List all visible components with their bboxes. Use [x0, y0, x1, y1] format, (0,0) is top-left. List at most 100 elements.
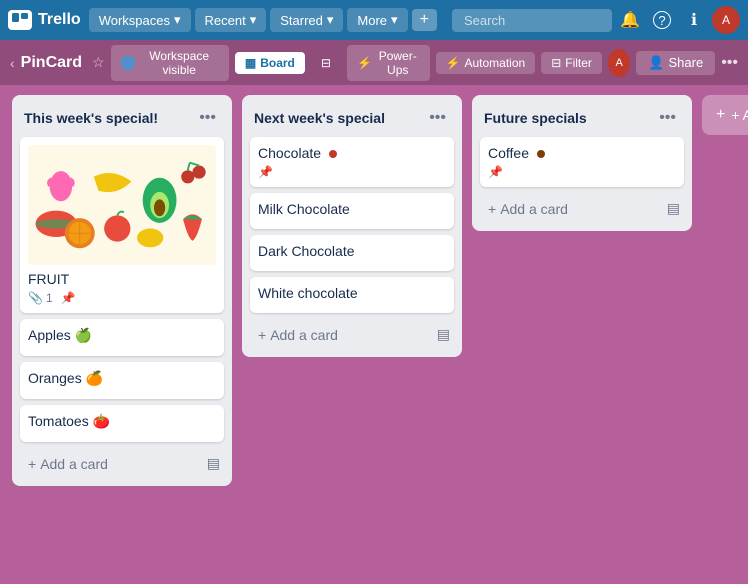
board-member-avatar[interactable]: A [608, 49, 630, 77]
chevron-down-icon: ▾ [391, 12, 398, 28]
help-button[interactable]: ? [648, 6, 676, 34]
star-icon: ☆ [92, 54, 105, 70]
search-input[interactable] [452, 9, 612, 32]
share-button[interactable]: 👤 Share [636, 51, 715, 75]
card-oranges[interactable]: Oranges 🍊 [20, 362, 224, 399]
add-from-template-button[interactable]: ▤ [203, 451, 224, 476]
notification-bell-button[interactable]: 🔔 [616, 6, 644, 34]
card-title: Chocolate [258, 145, 446, 161]
list-header: Future specials ••• [480, 103, 684, 137]
color-dot [537, 150, 545, 158]
add-card-row: + Add a card ▤ [20, 448, 224, 478]
automation-icon: ⚡ [446, 56, 461, 70]
pin-icon: 📌 [61, 291, 76, 305]
more-menu[interactable]: More ▾ [347, 8, 407, 32]
card-meta: 📎 1 📌 [28, 291, 216, 305]
card-tomatoes[interactable]: Tomatoes 🍅 [20, 405, 224, 442]
custom-fields-button[interactable]: ⊟ [311, 52, 341, 74]
star-button[interactable]: ☆ [92, 54, 105, 71]
card-fruit[interactable]: ✏ [20, 137, 224, 313]
list-title: Future specials [484, 110, 587, 126]
pin-icon: 📌 [488, 165, 503, 179]
user-avatar[interactable]: A [712, 6, 740, 34]
filter-button[interactable]: ⊟ Filter [541, 52, 602, 74]
trello-wordmark: Trello [38, 11, 81, 29]
info-button[interactable]: ℹ [680, 6, 708, 34]
pin-icon: 📌 [258, 165, 273, 179]
list-menu-button[interactable]: ••• [425, 107, 450, 129]
card-apples[interactable]: Apples 🍏 [20, 319, 224, 356]
list-menu-button[interactable]: ••• [655, 107, 680, 129]
board-icon: ▦ [245, 56, 256, 70]
list-this-weeks-special: This week's special! ••• ✏ [12, 95, 232, 486]
chevron-down-icon: ▾ [174, 12, 181, 28]
sliders-icon: ⊟ [321, 56, 331, 70]
template-icon: ▤ [667, 200, 680, 216]
list-menu-button[interactable]: ••• [195, 107, 220, 129]
board-header: ‹ PinCard ☆ 🌐 Workspace visible ▦ Board … [0, 40, 748, 85]
card-meta: 📌 [488, 165, 676, 179]
card-image [28, 145, 216, 265]
card-milk-chocolate[interactable]: Milk Chocolate [250, 193, 454, 229]
add-card-button[interactable]: + Add a card [480, 195, 663, 223]
power-ups-button[interactable]: ⚡ Power-Ups [347, 45, 430, 81]
list-title: Next week's special [254, 110, 385, 126]
template-icon: ▤ [437, 326, 450, 342]
card-title: Milk Chocolate [258, 201, 446, 217]
add-from-template-button[interactable]: ▤ [663, 196, 684, 221]
list-header: This week's special! ••• [20, 103, 224, 137]
plus-icon: + [488, 201, 496, 217]
bell-icon: 🔔 [620, 10, 640, 30]
card-coffee[interactable]: Coffee 📌 [480, 137, 684, 187]
add-card-button[interactable]: + Add a card [20, 450, 203, 478]
card-title: White chocolate [258, 285, 446, 301]
trello-logo-icon [8, 10, 32, 30]
trello-logo[interactable]: Trello [8, 10, 81, 30]
paperclip-icon: 📎 [28, 291, 43, 305]
list-next-weeks-special: Next week's special ••• Chocolate 📌 Milk… [242, 95, 462, 357]
board-more-button[interactable]: ••• [721, 54, 738, 72]
card-title: FRUIT [28, 271, 216, 287]
card-title: Oranges 🍊 [28, 370, 216, 387]
list-header: Next week's special ••• [250, 103, 454, 137]
card-title: Tomatoes 🍅 [28, 413, 216, 430]
board-title: PinCard [21, 54, 82, 72]
card-title: Apples 🍏 [28, 327, 216, 344]
board-content: This week's special! ••• ✏ [0, 85, 748, 584]
chevron-down-icon: ▾ [327, 12, 334, 28]
board-header-right: ⚡ Power-Ups ⚡ Automation ⊟ Filter A 👤 Sh… [347, 45, 738, 81]
card-title: Dark Chocolate [258, 243, 446, 259]
add-card-button[interactable]: + Add a card [250, 321, 433, 349]
plus-icon: + [28, 456, 36, 472]
template-icon: ▤ [207, 455, 220, 471]
card-meta: 📌 [258, 165, 446, 179]
globe-icon: 🌐 [121, 56, 136, 70]
attachment-count: 📎 1 [28, 291, 53, 305]
back-arrow-button[interactable]: ‹ [10, 55, 15, 71]
workspace-visibility-button[interactable]: 🌐 Workspace visible [111, 45, 229, 81]
chevron-down-icon: ▾ [250, 12, 257, 28]
card-chocolate[interactable]: Chocolate 📌 [250, 137, 454, 187]
board-view-button[interactable]: ▦ Board [235, 52, 305, 74]
add-from-template-button[interactable]: ▤ [433, 322, 454, 347]
list-title: This week's special! [24, 110, 158, 126]
share-icon: 👤 [648, 55, 664, 71]
add-list-button[interactable]: + + Add another [702, 95, 748, 135]
color-dot [329, 150, 337, 158]
card-dark-chocolate[interactable]: Dark Chocolate [250, 235, 454, 271]
add-card-row: + Add a card ▤ [250, 319, 454, 349]
question-icon: ? [653, 11, 671, 29]
starred-menu[interactable]: Starred ▾ [270, 8, 343, 32]
automation-button[interactable]: ⚡ Automation [436, 52, 536, 74]
ellipsis-icon: ••• [721, 54, 738, 71]
pin-indicator: 📌 [61, 291, 76, 305]
info-icon: ℹ [691, 10, 697, 30]
plus-icon: + [716, 106, 725, 124]
card-title: Coffee [488, 145, 676, 161]
recent-menu[interactable]: Recent ▾ [195, 8, 267, 32]
create-button[interactable]: + [412, 9, 437, 31]
filter-icon: ⊟ [551, 56, 561, 70]
workspaces-menu[interactable]: Workspaces ▾ [89, 8, 191, 32]
card-white-chocolate[interactable]: White chocolate [250, 277, 454, 313]
power-ups-icon: ⚡ [357, 56, 372, 70]
